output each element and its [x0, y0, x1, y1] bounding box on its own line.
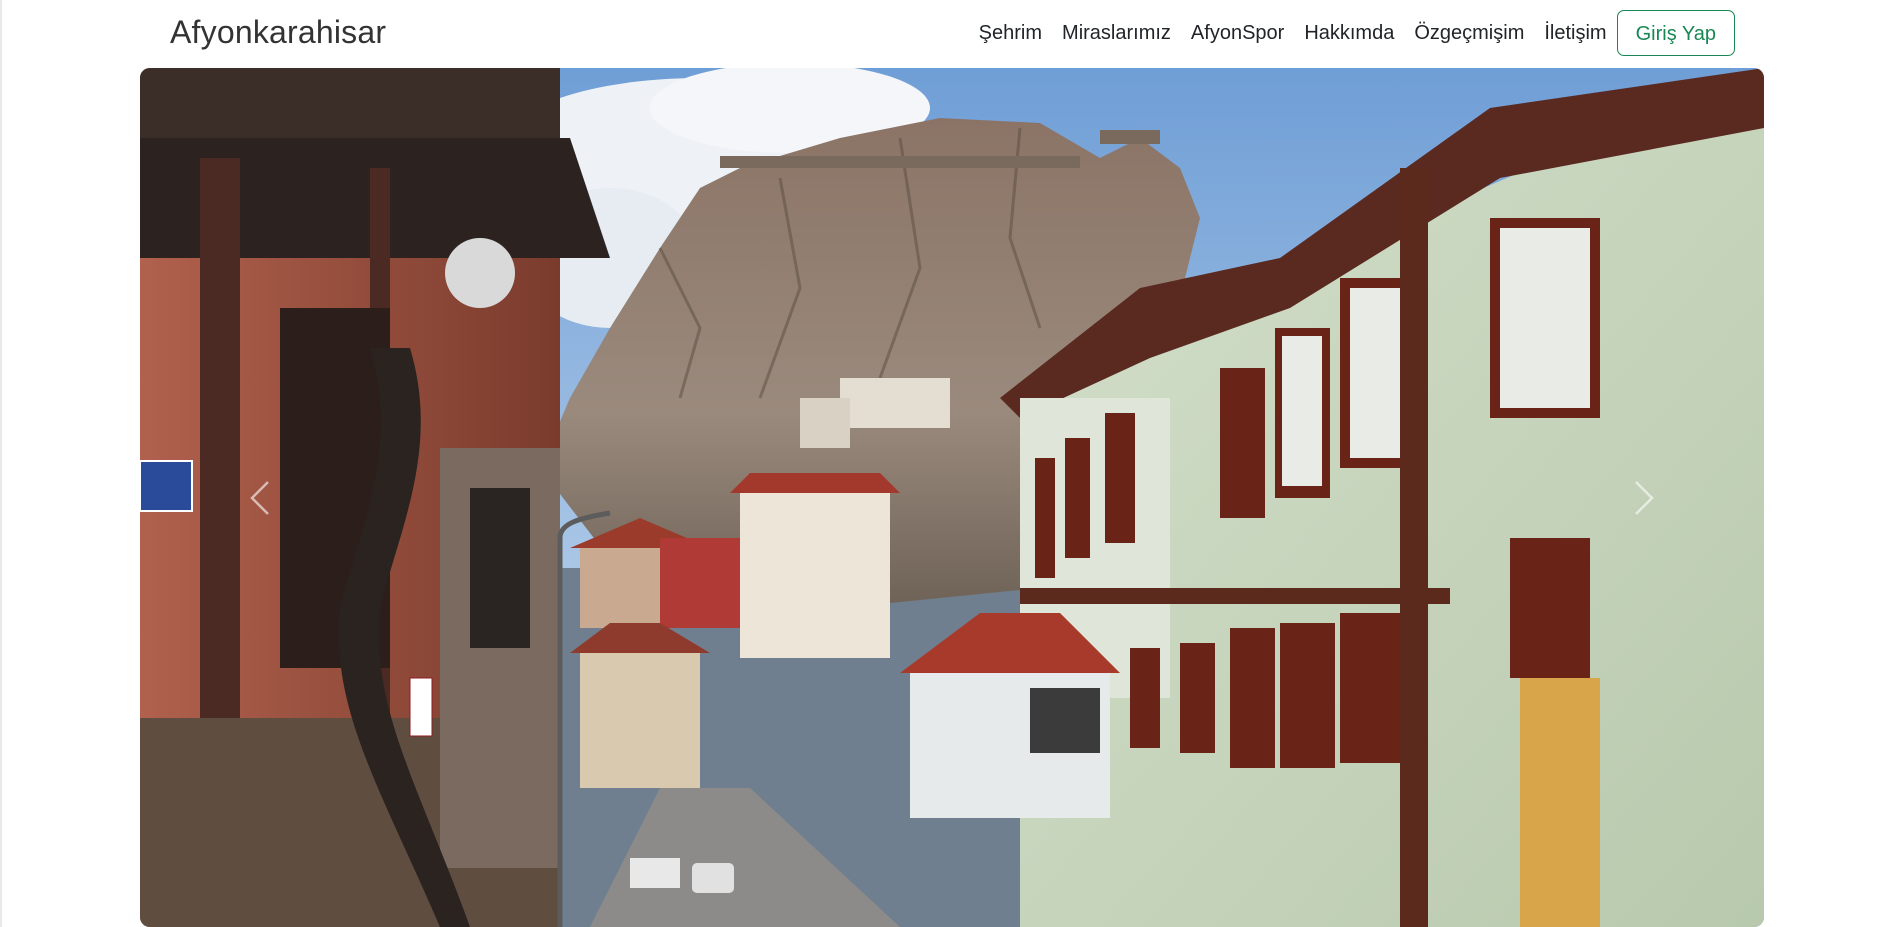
nav-item-ozgecmisim[interactable]: Özgeçmişim — [1404, 8, 1534, 58]
nav-links: Şehrim Miraslarımız AfyonSpor Hakkımda Ö… — [969, 8, 1735, 58]
nav-item-miraslarimiz[interactable]: Miraslarımız — [1052, 8, 1181, 58]
nav-item-afyonspor[interactable]: AfyonSpor — [1181, 8, 1294, 58]
brand-logo-text[interactable]: Afyonkarahisar — [170, 14, 386, 51]
street-sign — [140, 460, 193, 512]
login-button[interactable]: Giriş Yap — [1616, 10, 1735, 56]
chevron-left-icon — [250, 480, 269, 515]
nav-item-iletisim[interactable]: İletişim — [1534, 8, 1616, 58]
carousel-prev-button[interactable] — [200, 68, 320, 927]
page: Afyonkarahisar Şehrim Miraslarımız Afyon… — [0, 0, 1893, 927]
carousel-next-button[interactable] — [1584, 68, 1704, 927]
navbar: Afyonkarahisar Şehrim Miraslarımız Afyon… — [140, 0, 1735, 68]
hero-carousel — [140, 68, 1764, 927]
carousel-slide-image — [140, 68, 1764, 927]
nav-item-hakkimda[interactable]: Hakkımda — [1294, 8, 1404, 58]
nav-item-sehrim[interactable]: Şehrim — [969, 8, 1052, 58]
left-divider — [0, 0, 2, 927]
chevron-right-icon — [1635, 480, 1654, 515]
